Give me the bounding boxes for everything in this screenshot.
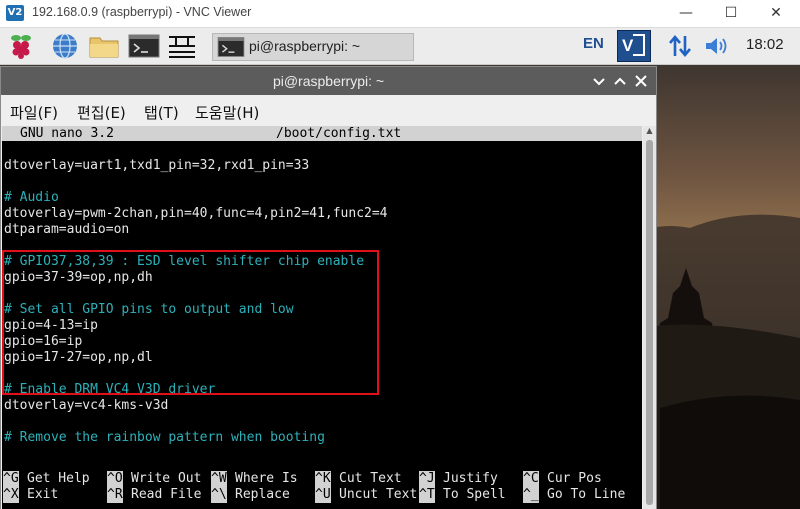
menu-file[interactable]: 파일(F) bbox=[10, 102, 58, 123]
terminal-task-label: pi@raspberrypi: ~ bbox=[249, 38, 361, 54]
terminal-scrollbar[interactable]: ▲ ▼ bbox=[643, 126, 656, 509]
terminal-title-bar[interactable]: pi@raspberrypi: ~ bbox=[1, 67, 656, 95]
network-arrows-icon[interactable] bbox=[667, 34, 693, 58]
minimize-icon bbox=[593, 78, 605, 86]
vnc-logo-icon: V2 bbox=[6, 5, 24, 21]
volume-icon[interactable] bbox=[704, 35, 732, 57]
shortcut-label: Go To Line bbox=[547, 487, 626, 502]
taskbar: pi@raspberrypi: ~ EN V 18:02 bbox=[0, 28, 800, 65]
shortcut-key: ^\ bbox=[211, 487, 227, 503]
shortcut-key: ^R bbox=[107, 487, 123, 503]
maximize-icon bbox=[614, 77, 626, 85]
shortcut-key: ^J bbox=[419, 471, 435, 487]
shortcut-label: Replace bbox=[235, 487, 290, 502]
shortcut-key: ^O bbox=[107, 471, 123, 487]
scroll-up-icon[interactable]: ▲ bbox=[643, 126, 656, 138]
vnc-title-bar: V2 192.168.0.9 (raspberrypi) - VNC Viewe… bbox=[0, 0, 800, 28]
terminal-window: pi@raspberrypi: ~ 파일(F) 편집(E) 탭(T) 도움말(H… bbox=[0, 66, 657, 509]
menu-tabs[interactable]: 탭(T) bbox=[144, 102, 179, 123]
scroll-thumb[interactable] bbox=[646, 140, 653, 505]
minimize-button[interactable]: — bbox=[675, 3, 697, 23]
comment-line: # Audio bbox=[4, 190, 59, 205]
shortcut-label: Cut Text bbox=[339, 471, 402, 486]
nano-editor[interactable]: GNU nano 3.2 /boot/config.txt dtoverlay=… bbox=[2, 126, 642, 509]
nano-filename: /boot/config.txt bbox=[276, 126, 402, 141]
shortcut-key: ^_ bbox=[523, 487, 539, 503]
menu-edit[interactable]: 편집(E) bbox=[77, 102, 126, 123]
shortcut-key: ^W bbox=[211, 471, 227, 487]
shortcut-key: ^G bbox=[3, 471, 19, 487]
shortcut-key: ^K bbox=[315, 471, 331, 487]
shortcut-label: Exit bbox=[27, 487, 59, 502]
remote-desktop: pi@raspberrypi: ~ EN V 18:02 pi@raspberr… bbox=[0, 28, 800, 509]
menu-help[interactable]: 도움말(H) bbox=[195, 102, 259, 123]
comment-line: # Remove the rainbow pattern when bootin… bbox=[4, 430, 325, 445]
shortcut-label: Get Help bbox=[27, 471, 90, 486]
shortcut-label: Cur Pos bbox=[547, 471, 602, 486]
input-language-indicator[interactable]: EN bbox=[583, 35, 604, 52]
close-button[interactable]: ✕ bbox=[765, 3, 787, 23]
text-editor-icon[interactable] bbox=[166, 32, 198, 60]
terminal-task-button[interactable]: pi@raspberrypi: ~ bbox=[212, 33, 414, 61]
terminal-icon bbox=[217, 37, 245, 57]
nano-version: GNU nano 3.2 bbox=[20, 126, 114, 141]
web-browser-icon[interactable] bbox=[50, 32, 80, 60]
shortcut-label: Uncut Text bbox=[339, 487, 418, 502]
nano-header: GNU nano 3.2 /boot/config.txt bbox=[2, 126, 642, 141]
file-manager-icon[interactable] bbox=[88, 32, 120, 60]
shortcut-key: ^U bbox=[315, 487, 331, 503]
terminal-menu-bar: 파일(F) 편집(E) 탭(T) 도움말(H) bbox=[1, 95, 656, 125]
terminal-title: pi@raspberrypi: ~ bbox=[272, 73, 385, 89]
file-line: dtoverlay=vc4-kms-v3d bbox=[4, 398, 169, 413]
maximize-button[interactable]: ☐ bbox=[720, 3, 742, 23]
shortcut-label: Justify bbox=[443, 471, 498, 486]
highlight-box bbox=[2, 250, 379, 395]
shortcut-label: Where Is bbox=[235, 471, 298, 486]
shortcut-label: To Spell bbox=[443, 487, 506, 502]
close-icon bbox=[635, 75, 647, 87]
terminal-icon[interactable] bbox=[128, 32, 160, 60]
raspberry-menu-icon[interactable] bbox=[8, 32, 34, 60]
terminal-close-button[interactable] bbox=[632, 72, 650, 90]
shortcut-key: ^T bbox=[419, 487, 435, 503]
shortcut-key: ^C bbox=[523, 471, 539, 487]
terminal-minimize-button[interactable] bbox=[590, 72, 608, 90]
vnc-server-icon[interactable]: V bbox=[617, 30, 651, 62]
file-line: dtoverlay=pwm-2chan,pin=40,func=4,pin2=4… bbox=[4, 206, 388, 221]
shortcut-label: Read File bbox=[131, 487, 202, 502]
file-line: dtoverlay=uart1,txd1_pin=32,rxd1_pin=33 bbox=[4, 158, 310, 173]
terminal-maximize-button[interactable] bbox=[611, 72, 629, 90]
clock[interactable]: 18:02 bbox=[746, 36, 784, 53]
file-line: dtparam=audio=on bbox=[4, 222, 130, 237]
window-title: 192.168.0.9 (raspberrypi) - VNC Viewer bbox=[32, 5, 252, 19]
shortcut-label: Write Out bbox=[131, 471, 202, 486]
shortcut-key: ^X bbox=[3, 487, 19, 503]
